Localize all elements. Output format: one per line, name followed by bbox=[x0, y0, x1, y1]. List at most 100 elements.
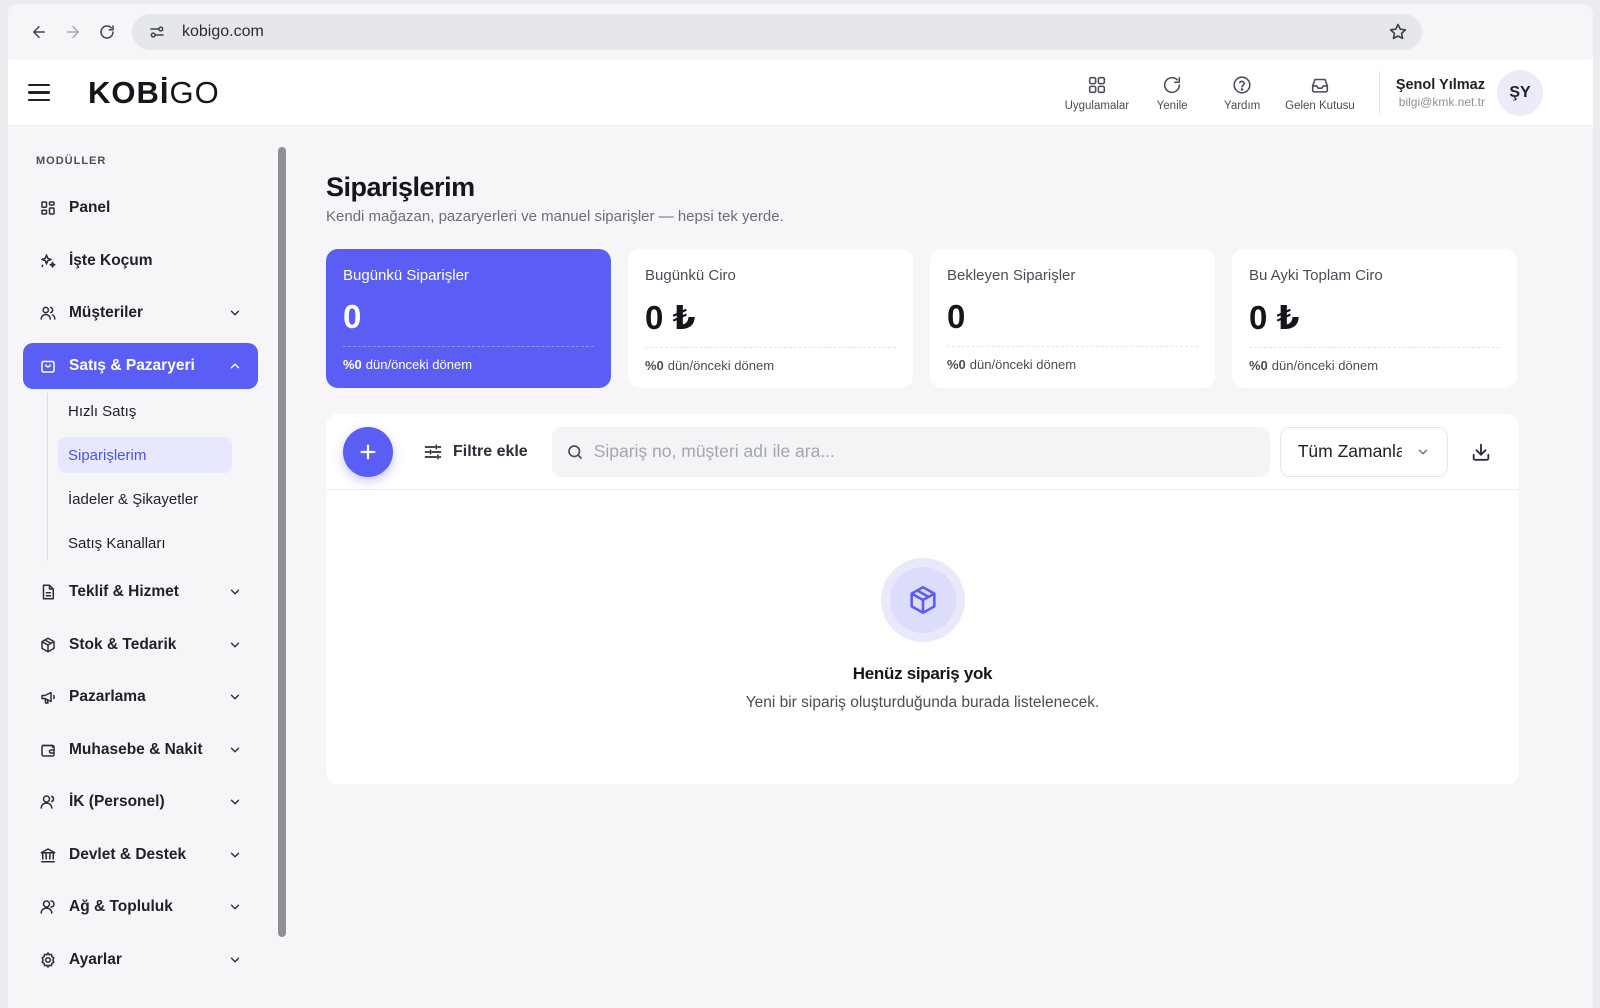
chevron-up-icon bbox=[228, 359, 242, 373]
sidebar-section-title: MODÜLLER bbox=[36, 155, 107, 167]
period-selected-value: Tüm Zamanlar bbox=[1297, 441, 1402, 461]
sparkles-icon bbox=[39, 252, 57, 270]
page-title: Siparişlerim bbox=[326, 172, 475, 202]
stat-change: %0 bbox=[645, 358, 664, 373]
person-icon bbox=[39, 793, 57, 811]
sidebar-item-iste-kocum[interactable]: İşte Koçum bbox=[23, 238, 258, 284]
chevron-down-icon bbox=[228, 953, 242, 967]
apps-label: Uygulamalar bbox=[1064, 99, 1130, 112]
address-bar[interactable]: kobigo.com bbox=[132, 14, 1422, 50]
menu-toggle-icon[interactable] bbox=[28, 83, 50, 102]
inbox-label: Gelen Kutusu bbox=[1285, 99, 1355, 112]
reload-icon bbox=[100, 25, 114, 39]
wallet-icon bbox=[39, 741, 57, 759]
download-button[interactable] bbox=[1470, 441, 1492, 463]
inbox-button[interactable]: Gelen Kutusu bbox=[1277, 60, 1363, 125]
refresh-label: Yenile bbox=[1156, 99, 1188, 112]
main-content: Siparişlerim Kendi mağazan, pazaryerleri… bbox=[326, 127, 1519, 784]
sidebar-item-teklif-hizmet[interactable]: Teklif & Hizmet bbox=[23, 569, 258, 615]
forward-button[interactable] bbox=[56, 15, 90, 49]
sidebar-item-ik-personel[interactable]: İK (Personel) bbox=[23, 779, 258, 825]
filter-label: Filtre ekle bbox=[453, 442, 528, 460]
chevron-down-icon bbox=[228, 690, 242, 704]
arrow-left-icon bbox=[33, 26, 45, 38]
users-icon bbox=[39, 304, 57, 322]
chevron-down-icon bbox=[228, 638, 242, 652]
sidebar-item-devlet-destek[interactable]: Devlet & Destek bbox=[23, 832, 258, 878]
stat-divider bbox=[947, 346, 1198, 347]
stat-period: dün/önceki dönem bbox=[1271, 358, 1379, 373]
sidebar-item-panel[interactable]: Panel bbox=[23, 185, 258, 231]
stat-value: 0 ₺ bbox=[645, 299, 696, 336]
sidebar-subitem-hizli-satis[interactable]: Hızlı Satış bbox=[58, 393, 232, 429]
site-settings-icon[interactable] bbox=[144, 19, 170, 45]
search-box[interactable] bbox=[551, 426, 1270, 477]
stat-label: Bu Ayki Toplam Ciro bbox=[1249, 267, 1383, 284]
stat-value: 0 ₺ bbox=[1249, 299, 1300, 336]
sidebar-item-label: Stok & Tedarik bbox=[69, 635, 177, 653]
orders-toolbar: Filtre ekle Tüm Zamanlar bbox=[326, 414, 1519, 490]
add-order-button[interactable] bbox=[343, 426, 393, 477]
stat-footer: %0 dün/önceki dönem bbox=[1249, 358, 1500, 373]
arrow-right-icon bbox=[67, 26, 79, 38]
help-label: Yardım bbox=[1224, 99, 1261, 112]
user-menu[interactable]: Şenol Yılmaz bilgi@kmk.net.tr ŞY bbox=[1396, 69, 1543, 116]
help-button[interactable]: Yardım bbox=[1207, 60, 1277, 125]
sidebar-item-ayarlar[interactable]: Ayarlar bbox=[23, 937, 258, 983]
empty-state: Henüz sipariş yok Yeni bir sipariş oluşt… bbox=[326, 558, 1519, 712]
logo[interactable]: KOBİGO bbox=[88, 75, 220, 111]
avatar[interactable]: ŞY bbox=[1497, 69, 1543, 116]
box-icon bbox=[39, 636, 57, 654]
sidebar-item-ag-topluluk[interactable]: Ağ & Topluluk bbox=[23, 884, 258, 930]
sidebar-subitem-siparislerim[interactable]: Siparişlerim bbox=[58, 437, 232, 473]
page-subtitle: Kendi mağazan, pazaryerleri ve manuel si… bbox=[326, 208, 784, 225]
sidebar-subitem-iadeler[interactable]: İadeler & Şikayetler bbox=[58, 481, 232, 517]
apps-button[interactable]: Uygulamalar bbox=[1057, 60, 1138, 125]
sidebar-subitem-satis-kanallari[interactable]: Satış Kanalları bbox=[58, 525, 232, 561]
stat-footer: %0 dün/önceki dönem bbox=[947, 357, 1198, 372]
stat-divider bbox=[645, 347, 896, 348]
refresh-button[interactable]: Yenile bbox=[1137, 60, 1207, 125]
stat-footer: %0 dün/önceki dönem bbox=[645, 358, 896, 373]
empty-state-illustration bbox=[880, 558, 965, 642]
period-select[interactable]: Tüm Zamanlar bbox=[1279, 426, 1448, 477]
orders-panel: Filtre ekle Tüm Zamanlar bbox=[326, 414, 1519, 784]
refresh-icon bbox=[1164, 76, 1181, 93]
add-filter-button[interactable]: Filtre ekle bbox=[423, 442, 528, 462]
stat-card-today-orders[interactable]: Bugünkü Siparişler 0 %0 dün/önceki dönem bbox=[326, 249, 611, 388]
stat-label: Bugünkü Siparişler bbox=[343, 267, 469, 284]
stat-card-today-revenue[interactable]: Bugünkü Ciro 0 ₺ %0 dün/önceki dönem bbox=[628, 249, 913, 388]
sidebar-item-muhasebe-nakit[interactable]: Muhasebe & Nakit bbox=[23, 727, 258, 773]
shopping-bag-icon bbox=[39, 357, 57, 375]
sidebar-item-label: Satış & Pazaryeri bbox=[69, 356, 195, 374]
stat-divider bbox=[343, 346, 594, 347]
reload-button[interactable] bbox=[90, 15, 124, 49]
app-header: KOBİGO Uygulamalar Yenile Yardım Gelen K… bbox=[8, 60, 1593, 126]
back-button[interactable] bbox=[22, 15, 56, 49]
sidebar-item-pazarlama[interactable]: Pazarlama bbox=[23, 674, 258, 720]
sidebar-item-musteriler[interactable]: Müşteriler bbox=[23, 290, 258, 336]
chevron-down-icon bbox=[228, 900, 242, 914]
sidebar-item-label: Panel bbox=[69, 199, 111, 216]
stat-card-pending-orders[interactable]: Bekleyen Siparişler 0 %0 dün/önceki dönem bbox=[930, 249, 1215, 388]
empty-state-text: Yeni bir sipariş oluşturduğunda burada l… bbox=[745, 694, 1100, 711]
search-input[interactable] bbox=[593, 441, 1254, 462]
stat-card-month-revenue[interactable]: Bu Ayki Toplam Ciro 0 ₺ %0 dün/önceki dön… bbox=[1232, 249, 1517, 388]
bookmark-star-icon[interactable] bbox=[1388, 22, 1408, 42]
url-text[interactable]: kobigo.com bbox=[182, 23, 1388, 41]
sidebar-item-label: Ayarlar bbox=[69, 950, 122, 968]
stat-divider bbox=[1249, 347, 1500, 348]
stat-period: dün/önceki dönem bbox=[667, 358, 775, 373]
sidebar-item-satis-pazaryeri[interactable]: Satış & Pazaryeri bbox=[23, 342, 258, 389]
sidebar-subnav: Hızlı Satış Siparişlerim İadeler & Şikay… bbox=[47, 393, 258, 561]
stat-label: Bekleyen Siparişler bbox=[947, 267, 1076, 284]
plus-icon bbox=[360, 443, 376, 460]
stat-footer: %0 dün/önceki dönem bbox=[343, 357, 594, 372]
sidebar-scrollbar[interactable] bbox=[278, 147, 286, 937]
stat-change: %0 bbox=[343, 357, 362, 372]
browser-toolbar: kobigo.com bbox=[8, 4, 1593, 60]
sidebar-nav: Panel İşte Koçum Müşteriler Satış & Paza… bbox=[23, 185, 258, 989]
network-icon bbox=[39, 898, 57, 916]
stat-period: dün/önceki dönem bbox=[365, 357, 473, 372]
sidebar-item-stok-tedarik[interactable]: Stok & Tedarik bbox=[23, 622, 258, 668]
